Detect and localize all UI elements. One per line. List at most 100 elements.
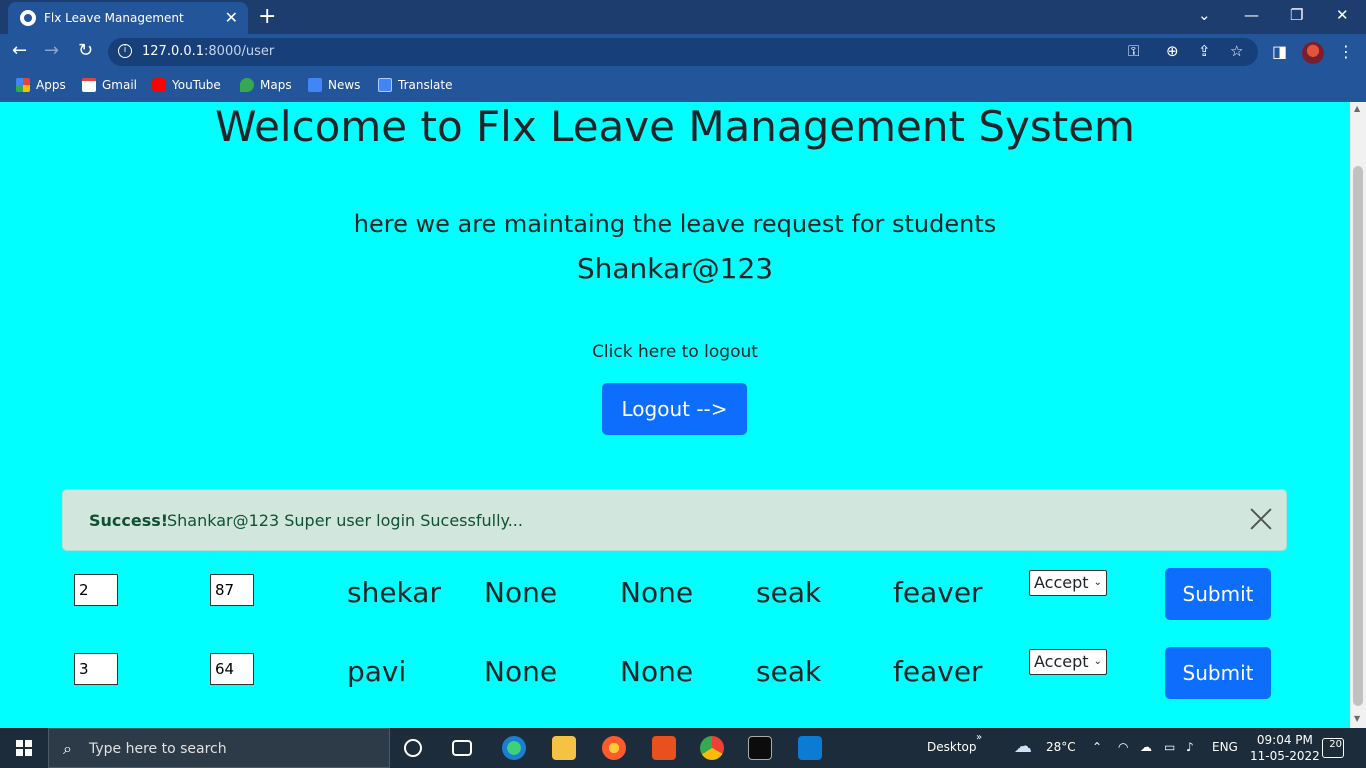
network-icon[interactable]: ◠ [1118, 740, 1128, 754]
firefox-icon[interactable] [602, 736, 626, 760]
news-icon [308, 78, 322, 92]
bookmark-label: YouTube [172, 78, 221, 92]
bookmark-label: Translate [398, 78, 453, 92]
chevron-right-icon[interactable]: » [976, 732, 982, 743]
bookmark-label: Apps [36, 78, 66, 92]
id-input[interactable] [74, 653, 118, 685]
chevron-down-icon[interactable]: ⌄ [1198, 6, 1211, 24]
clock-time: 09:04 PM [1256, 733, 1313, 747]
gmail-icon [82, 78, 96, 92]
battery-icon[interactable]: ▭ [1164, 740, 1175, 754]
terminal-icon[interactable] [748, 736, 772, 760]
volume-icon[interactable]: ♪ [1186, 740, 1194, 754]
page-title: Welcome to Flx Leave Management System [215, 102, 1135, 151]
id-input[interactable] [74, 574, 118, 606]
minimize-icon[interactable]: — [1244, 6, 1259, 24]
page-content: Welcome to Flx Leave Management System h… [0, 102, 1350, 728]
status-select[interactable]: Accept ⌄ [1029, 570, 1107, 596]
close-tab-icon[interactable]: ✕ [225, 8, 238, 27]
back-icon[interactable]: ← [12, 40, 27, 61]
office-icon[interactable] [652, 736, 676, 760]
bookmark-star-icon[interactable]: ☆ [1230, 42, 1243, 60]
onedrive-icon[interactable]: ☁ [1140, 740, 1152, 754]
system-clock[interactable]: 09:04 PM 11-05-2022 [1250, 732, 1320, 764]
vscode-icon[interactable] [798, 736, 822, 760]
table-row: pavi None None seak feaver Accept ⌄ Submi… [0, 647, 1350, 703]
scroll-up-icon[interactable]: ▲ [1354, 104, 1360, 113]
url-path: :8000/user [204, 44, 275, 59]
cell-none: None [484, 655, 558, 688]
youtube-icon [152, 78, 166, 92]
page-scrollbar[interactable]: ▲ ▼ [1350, 102, 1366, 728]
cortana-icon[interactable] [404, 739, 422, 757]
submit-button[interactable]: Submit [1165, 647, 1271, 699]
url-text[interactable]: 127.0.0.1:8000/user [142, 44, 274, 59]
bookmarks-bar: Apps Gmail YouTube Maps News Translate [0, 70, 1366, 102]
bookmark-gmail[interactable]: Gmail [82, 78, 137, 92]
chevron-down-icon: ⌄ [1093, 656, 1102, 667]
logout-button[interactable]: Logout --> [602, 383, 747, 435]
leave-type: seak [756, 655, 822, 688]
forward-icon[interactable]: → [44, 40, 59, 61]
new-tab-icon[interactable]: + [258, 4, 276, 29]
zoom-icon[interactable]: ⊕ [1166, 42, 1179, 60]
student-name: pavi [347, 655, 407, 688]
maps-icon [240, 78, 254, 92]
edge-icon[interactable] [502, 736, 526, 760]
site-info-icon[interactable]: i [118, 44, 132, 58]
globe-icon [20, 10, 36, 26]
clock-date: 11-05-2022 [1250, 749, 1320, 763]
scrollbar-thumb[interactable] [1353, 166, 1363, 706]
bookmark-label: Maps [260, 78, 292, 92]
status-select[interactable]: Accept ⌄ [1029, 649, 1107, 675]
windows-start-icon[interactable] [16, 740, 32, 756]
student-name: shekar [347, 576, 441, 609]
notification-count: 20 [1329, 739, 1342, 750]
task-view-icon[interactable] [452, 740, 472, 756]
side-panel-icon[interactable]: ◨ [1272, 42, 1287, 61]
number-input[interactable] [210, 653, 254, 685]
desktop-toolbar-label[interactable]: Desktop [927, 740, 977, 754]
chrome-icon[interactable] [700, 736, 724, 760]
alert-strong: Success! [89, 511, 169, 530]
apps-grid-icon [16, 78, 30, 92]
reload-icon[interactable]: ↻ [78, 40, 93, 61]
browser-tab[interactable]: Flx Leave Management ✕ [8, 2, 248, 34]
bookmark-apps[interactable]: Apps [16, 78, 66, 92]
alert-message: Shankar@123 Super user login Sucessfully… [167, 511, 523, 530]
avatar[interactable] [1302, 42, 1324, 64]
chevron-down-icon: ⌄ [1093, 577, 1102, 588]
share-icon[interactable]: ⇪ [1198, 42, 1211, 60]
table-row: shekar None None seak feaver Accept ⌄ Sub… [0, 568, 1350, 624]
temperature[interactable]: 28°C [1046, 740, 1076, 754]
search-icon: ⌕ [63, 739, 72, 758]
cell-none: None [484, 576, 558, 609]
status-value: Accept [1034, 652, 1089, 671]
notifications-icon[interactable]: 20 [1322, 738, 1344, 758]
restore-icon[interactable]: ❐ [1290, 6, 1303, 24]
cell-none: None [620, 655, 694, 688]
browser-toolbar: ← → ↻ i 127.0.0.1:8000/user ⚿ ⊕ ⇪ ☆ ◨ ⋮ [0, 34, 1366, 70]
tray-chevron-up-icon[interactable]: ⌃ [1092, 740, 1102, 754]
address-bar[interactable]: i 127.0.0.1:8000/user ⚿ ⊕ ⇪ ☆ [108, 38, 1258, 66]
translate-icon [378, 78, 392, 92]
taskbar-search-input[interactable]: ⌕ Type here to search [48, 728, 390, 768]
bookmark-translate[interactable]: Translate [378, 78, 453, 92]
close-icon[interactable] [1249, 507, 1273, 531]
number-input[interactable] [210, 574, 254, 606]
page-subtitle: here we are maintaing the leave request … [353, 210, 997, 238]
bookmark-maps[interactable]: Maps [240, 78, 292, 92]
language-indicator[interactable]: ENG [1212, 740, 1238, 754]
key-icon[interactable]: ⚿ [1128, 42, 1139, 60]
bookmark-youtube[interactable]: YouTube [152, 78, 221, 92]
cloud-weather-icon[interactable]: ☁ [1014, 736, 1032, 757]
windows-taskbar: ⌕ Type here to search Desktop » ☁ 28°C ⌃… [0, 728, 1366, 768]
scroll-down-icon[interactable]: ▼ [1354, 714, 1360, 723]
leave-reason: feaver [893, 655, 983, 688]
close-window-icon[interactable]: ✕ [1336, 6, 1349, 24]
menu-dots-icon[interactable]: ⋮ [1338, 42, 1354, 61]
file-explorer-icon[interactable] [552, 736, 576, 760]
submit-button[interactable]: Submit [1165, 568, 1271, 620]
leave-reason: feaver [893, 576, 983, 609]
bookmark-news[interactable]: News [308, 78, 360, 92]
